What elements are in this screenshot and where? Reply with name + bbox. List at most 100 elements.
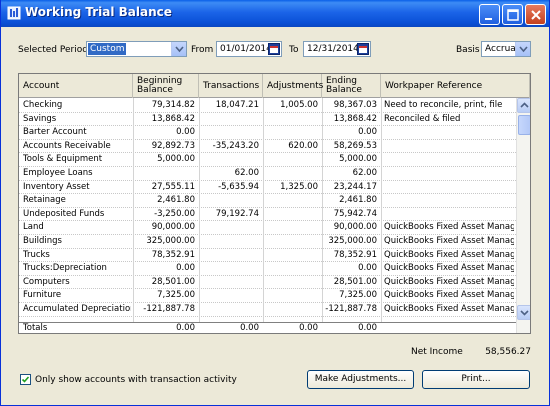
ending-balance-cell[interactable]: 90,000.00 [322, 221, 377, 234]
adjustments-cell[interactable] [263, 113, 318, 126]
make-adjustments-button[interactable]: Make Adjustments... [307, 370, 414, 389]
beginning-balance-cell[interactable]: 5,000.00 [133, 153, 195, 166]
table-row[interactable]: Undeposited Funds -3,250.00 79,192.74 75,94… [19, 208, 516, 222]
ending-balance-cell[interactable]: 23,244.17 [322, 181, 377, 194]
account-cell[interactable]: Employee Loans [23, 167, 131, 180]
workpaper-reference-cell[interactable] [384, 126, 514, 139]
workpaper-reference-cell[interactable]: QuickBooks Fixed Asset Manager [384, 289, 514, 302]
adjustments-cell[interactable] [263, 289, 318, 302]
ending-balance-cell[interactable]: 325,000.00 [322, 235, 377, 248]
beginning-balance-cell[interactable]: 78,352.91 [133, 249, 195, 262]
workpaper-reference-cell[interactable]: Reconciled & filed [384, 113, 514, 126]
table-row[interactable]: Retainage 2,461.80 2,461.80 [19, 194, 516, 208]
from-calendar-button[interactable] [268, 43, 280, 55]
from-date-field[interactable]: 01/01/2014 [216, 41, 282, 57]
adjustments-cell[interactable] [263, 235, 318, 248]
title-bar[interactable]: Working Trial Balance [1, 0, 549, 27]
transactions-cell[interactable]: -5,635.94 [199, 181, 259, 194]
minimize-button[interactable] [479, 4, 500, 25]
transactions-cell[interactable] [199, 153, 259, 166]
workpaper-reference-cell[interactable] [384, 208, 514, 221]
beginning-balance-cell[interactable]: 92,892.73 [133, 140, 195, 153]
adjustments-cell[interactable] [263, 249, 318, 262]
table-row[interactable]: Employee Loans 62.00 62.00 [19, 167, 516, 181]
transactions-cell[interactable]: 79,192.74 [199, 208, 259, 221]
table-row[interactable]: Barter Account 0.00 0.00 [19, 126, 516, 140]
print-button[interactable]: Print... [422, 370, 530, 389]
workpaper-reference-cell[interactable]: QuickBooks Fixed Asset Manager [384, 262, 514, 275]
table-row[interactable]: Tools & Equipment 5,000.00 5,000.00 [19, 153, 516, 168]
transactions-cell[interactable] [199, 303, 259, 316]
table-row[interactable]: Inventory Asset 27,555.11 -5,635.94 1,325.0… [19, 181, 516, 195]
beginning-balance-cell[interactable]: 27,555.11 [133, 181, 195, 194]
workpaper-reference-cell[interactable]: QuickBooks Fixed Asset Manager [384, 235, 514, 248]
adjustments-cell[interactable]: 1,005.00 [263, 99, 318, 112]
table-row[interactable]: Accumulated Depreciation -121,887.78 -121,… [19, 303, 516, 317]
beginning-balance-cell[interactable] [133, 167, 195, 180]
vertical-scrollbar[interactable] [516, 98, 530, 333]
adjustments-cell[interactable] [263, 126, 318, 139]
workpaper-reference-cell[interactable] [384, 167, 514, 180]
transactions-cell[interactable]: 62.00 [199, 167, 259, 180]
workpaper-reference-cell[interactable]: QuickBooks Fixed Asset Manager [384, 303, 514, 316]
column-header[interactable]: Transactions [199, 74, 263, 98]
workpaper-reference-cell[interactable]: QuickBooks Fixed Asset Manager [384, 276, 514, 289]
account-cell[interactable]: Land [23, 221, 131, 234]
transactions-cell[interactable] [199, 249, 259, 262]
beginning-balance-cell[interactable]: 0.00 [133, 126, 195, 139]
beginning-balance-cell[interactable]: 28,501.00 [133, 276, 195, 289]
ending-balance-cell[interactable]: 2,461.80 [322, 194, 377, 207]
transactions-cell[interactable] [199, 276, 259, 289]
transactions-cell[interactable] [199, 113, 259, 126]
scroll-up-button[interactable] [517, 98, 530, 113]
transactions-cell[interactable] [199, 126, 259, 139]
table-row[interactable]: Buildings 325,000.00 325,000.00 QuickBooks … [19, 235, 516, 249]
transactions-cell[interactable] [199, 194, 259, 207]
adjustments-cell[interactable] [263, 303, 318, 316]
beginning-balance-cell[interactable]: 79,314.82 [133, 99, 195, 112]
workpaper-reference-cell[interactable] [384, 140, 514, 153]
adjustments-cell[interactable] [263, 276, 318, 289]
workpaper-reference-cell[interactable]: QuickBooks Fixed Asset Manager [384, 249, 514, 262]
table-row[interactable]: Accounts Receivable 92,892.73 -35,243.20 62… [19, 140, 516, 154]
account-cell[interactable]: Checking [23, 99, 131, 112]
to-date-field[interactable]: 12/31/2014 [303, 41, 371, 57]
account-cell[interactable]: Retainage [23, 194, 131, 207]
account-cell[interactable]: Trucks [23, 249, 131, 262]
scroll-down-button[interactable] [517, 305, 530, 320]
beginning-balance-cell[interactable]: 2,461.80 [133, 194, 195, 207]
table-row[interactable]: Trucks 78,352.91 78,352.91 QuickBooks Fixed… [19, 249, 516, 263]
beginning-balance-cell[interactable]: 0.00 [133, 262, 195, 275]
beginning-balance-cell[interactable]: -3,250.00 [133, 208, 195, 221]
ending-balance-cell[interactable]: 98,367.03 [322, 99, 377, 112]
adjustments-cell[interactable] [263, 167, 318, 180]
adjustments-cell[interactable] [263, 194, 318, 207]
beginning-balance-cell[interactable]: 7,325.00 [133, 289, 195, 302]
table-row[interactable]: Computers 28,501.00 28,501.00 QuickBooks Fi… [19, 276, 516, 290]
transactions-cell[interactable]: 18,047.21 [199, 99, 259, 112]
table-row[interactable]: Trucks:Depreciation 0.00 0.00 QuickBooks Fi… [19, 262, 516, 276]
workpaper-reference-cell[interactable] [384, 194, 514, 207]
workpaper-reference-cell[interactable] [384, 153, 514, 166]
ending-balance-cell[interactable]: 62.00 [322, 167, 377, 180]
workpaper-reference-cell[interactable]: Need to reconcile, print, file [384, 99, 514, 112]
beginning-balance-cell[interactable]: 13,868.42 [133, 113, 195, 126]
column-header[interactable]: Workpaper Reference [381, 74, 530, 98]
transactions-cell[interactable]: -35,243.20 [199, 140, 259, 153]
ending-balance-cell[interactable]: -121,887.78 [322, 303, 377, 316]
ending-balance-cell[interactable]: 5,000.00 [322, 153, 377, 166]
table-row[interactable]: Checking 79,314.82 18,047.21 1,005.00 98,367… [19, 99, 516, 113]
adjustments-cell[interactable] [263, 221, 318, 234]
adjustments-cell[interactable] [263, 153, 318, 166]
beginning-balance-cell[interactable]: 90,000.00 [133, 221, 195, 234]
period-dropdown-button[interactable] [171, 42, 186, 56]
close-button[interactable] [525, 4, 546, 25]
only-activity-label[interactable]: Only show accounts with transaction acti… [35, 375, 237, 385]
table-row[interactable]: Furniture 7,325.00 7,325.00 QuickBooks Fixe… [19, 289, 516, 304]
account-cell[interactable]: Undeposited Funds [23, 208, 131, 221]
ending-balance-cell[interactable]: 0.00 [322, 126, 377, 139]
basis-select[interactable]: Accrual [481, 41, 531, 57]
account-cell[interactable]: Savings [23, 113, 131, 126]
column-header[interactable]: Beginning Balance [133, 74, 199, 98]
account-cell[interactable]: Inventory Asset [23, 181, 131, 194]
